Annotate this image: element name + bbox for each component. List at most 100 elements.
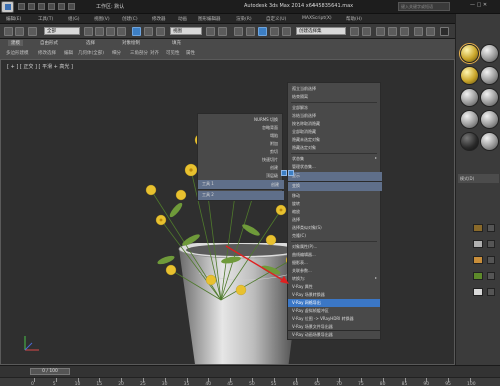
menu-item-hide-selection[interactable]: 隐藏选定对象 bbox=[288, 144, 380, 152]
ribbon-subdivision[interactable]: 细分 bbox=[112, 50, 121, 56]
menu-item-dope-sheet[interactable]: 摄影表... bbox=[288, 259, 380, 267]
menu-item-vray-mesh-export[interactable]: V-Ray 网格导出 bbox=[288, 299, 380, 307]
angle-snap-icon[interactable] bbox=[246, 27, 255, 36]
checker-icon[interactable] bbox=[487, 272, 495, 280]
material-row-2[interactable] bbox=[458, 240, 498, 250]
material-editor-icon[interactable] bbox=[414, 27, 423, 36]
ribbon-modify-selection[interactable]: 修改选择 bbox=[38, 50, 56, 56]
new-file-icon[interactable] bbox=[18, 3, 25, 10]
select-object-icon[interactable] bbox=[84, 27, 93, 36]
menu-item-rotate[interactable]: 旋转 bbox=[288, 200, 380, 208]
menu-item-vray-properties[interactable]: V-Ray 属性 bbox=[288, 283, 380, 291]
ribbon-geometry-all[interactable]: 几何体(全部) bbox=[78, 50, 104, 56]
window-controls[interactable]: — □ ✕ bbox=[470, 2, 487, 8]
tab-object-paint[interactable]: 对象绘制 bbox=[122, 40, 140, 46]
menu-item-top-level[interactable]: 顶层级 bbox=[198, 172, 282, 180]
menu-group[interactable]: 组(G) bbox=[68, 16, 80, 22]
menu-item-freeze-selection[interactable]: 冻结当前选择 bbox=[288, 112, 380, 120]
menu-item-vray-scene-exporter[interactable]: V-Ray 场景文件导出器 bbox=[288, 323, 380, 331]
material-slot-2[interactable] bbox=[480, 44, 499, 63]
material-slot-10[interactable] bbox=[480, 132, 499, 151]
ribbon-properties[interactable]: 属性 bbox=[186, 50, 195, 56]
menu-item-state-sets[interactable]: 状态集 bbox=[288, 155, 380, 163]
menu-item-hide-unselected[interactable]: 隐藏未选定对象 bbox=[288, 136, 380, 144]
ribbon-visibility[interactable]: 可见性 bbox=[166, 50, 180, 56]
ribbon-edit[interactable]: 编辑 bbox=[64, 50, 73, 56]
menu-item-convert-to[interactable]: 转换为: bbox=[288, 275, 380, 283]
percent-snap-icon[interactable] bbox=[258, 27, 267, 36]
menu-item-ignore-backfacing[interactable]: 忽略背面 bbox=[198, 124, 282, 132]
material-slot-1[interactable] bbox=[459, 43, 480, 64]
selection-filter-dropdown[interactable]: 全部 bbox=[44, 27, 80, 35]
menu-item-vray-vfb[interactable]: V-Ray 虚拟帧缓冲区 bbox=[288, 307, 380, 315]
ribbon-triangulation[interactable]: 三角剖分 bbox=[130, 50, 148, 56]
menu-item-clone[interactable]: 克隆(C) bbox=[288, 232, 380, 240]
menu-item-vray-scene-converter[interactable]: V-Ray 场景转换器 bbox=[288, 291, 380, 299]
undo-tool-icon[interactable] bbox=[4, 27, 13, 36]
viewport-label[interactable]: [ + ] [ 正交 ] [ 平滑 + 高光 ] bbox=[7, 63, 73, 70]
tab-populate[interactable]: 填充 bbox=[172, 40, 181, 46]
window-crossing-icon[interactable] bbox=[117, 27, 126, 36]
checker-icon[interactable] bbox=[487, 288, 495, 296]
snap-toggle-icon[interactable] bbox=[234, 27, 243, 36]
menu-rendering[interactable]: 渲染(R) bbox=[236, 16, 252, 22]
rectangle-selection-icon[interactable] bbox=[106, 27, 115, 36]
menu-item-select-similar[interactable]: 选择类似对象(S) bbox=[288, 224, 380, 232]
ribbon-polygon-modeling[interactable]: 多边形建模 bbox=[6, 50, 29, 56]
material-row-3[interactable] bbox=[458, 256, 498, 266]
select-move-icon[interactable] bbox=[132, 27, 141, 36]
material-slot-5[interactable] bbox=[460, 88, 479, 107]
search-input[interactable]: 键入关键字或短语 bbox=[398, 2, 450, 11]
time-slider-thumb[interactable]: 0 / 100 bbox=[30, 368, 70, 375]
redo-tool-icon[interactable] bbox=[15, 27, 24, 36]
checker-icon[interactable] bbox=[487, 224, 495, 232]
material-slot-7[interactable] bbox=[460, 110, 479, 129]
timeline-ruler[interactable]: 0 5 10 15 20 25 30 35 40 45 50 55 60 65 70 75 80 85 90 95 10… bbox=[0, 377, 500, 386]
manipulate-icon[interactable] bbox=[218, 27, 227, 36]
redo-icon[interactable] bbox=[58, 3, 65, 10]
open-file-icon[interactable] bbox=[28, 3, 35, 10]
menu-item-unhide-all[interactable]: 全部取消隐藏 bbox=[288, 128, 380, 136]
select-by-name-icon[interactable] bbox=[95, 27, 104, 36]
menu-item-vray-bitmap-converter[interactable]: V-Ray 位图 -> VRayHDRI 转换器 bbox=[288, 315, 380, 323]
material-mode-tab[interactable]: 模式(D) bbox=[458, 174, 499, 183]
ribbon-align[interactable]: 对齐 bbox=[150, 50, 159, 56]
select-rotate-icon[interactable] bbox=[144, 27, 153, 36]
menu-item-create[interactable]: 创建 bbox=[198, 164, 282, 172]
menu-modifiers[interactable]: 修改器 bbox=[152, 16, 166, 22]
schematic-view-icon[interactable] bbox=[400, 27, 409, 36]
menu-item-quickslice[interactable]: 快速切片 bbox=[198, 156, 282, 164]
link-icon[interactable] bbox=[28, 27, 37, 36]
checker-icon[interactable] bbox=[487, 256, 495, 264]
menu-item-collapse[interactable]: 塌陷 bbox=[198, 132, 282, 140]
layer-manager-icon[interactable] bbox=[376, 27, 385, 36]
named-selection-dropdown[interactable]: 创建选择集 bbox=[296, 27, 346, 35]
menu-item-move[interactable]: 移动 bbox=[288, 192, 380, 200]
tab-modeling[interactable]: 建模 bbox=[8, 40, 23, 46]
menu-edit[interactable]: 编辑(E) bbox=[6, 16, 21, 22]
menu-animation[interactable]: 动画 bbox=[178, 16, 187, 22]
render-icon[interactable] bbox=[440, 27, 449, 36]
menu-item-create-bottom[interactable]: 创建 bbox=[241, 181, 283, 189]
undo-icon[interactable] bbox=[48, 3, 55, 10]
reference-coordinate-dropdown[interactable]: 视图 bbox=[170, 27, 202, 35]
mirror-icon[interactable] bbox=[350, 27, 359, 36]
menu-item-unfreeze-all[interactable]: 全部解冻 bbox=[288, 104, 380, 112]
select-scale-icon[interactable] bbox=[156, 27, 165, 36]
project-folder-icon[interactable] bbox=[68, 3, 75, 10]
menu-tools[interactable]: 工具(T) bbox=[38, 16, 53, 22]
material-slot-3[interactable] bbox=[460, 66, 479, 85]
material-slot-4[interactable] bbox=[480, 66, 499, 85]
save-file-icon[interactable] bbox=[38, 3, 45, 10]
menu-item-vray-anim-exporter[interactable]: V-Ray 动画场景导出器 bbox=[288, 331, 380, 339]
perspective-viewport[interactable]: [ + ] [ 正交 ] [ 平滑 + 高光 ] NURMS 切换 忽略背面 塌… bbox=[0, 59, 455, 365]
menu-item-attach[interactable]: 附加 bbox=[198, 140, 282, 148]
menu-item-unhide-by-name[interactable]: 按名称取消隐藏 bbox=[288, 120, 380, 128]
menu-item-nurms-toggle[interactable]: NURMS 切换 bbox=[198, 116, 282, 124]
align-icon[interactable] bbox=[362, 27, 371, 36]
menu-graph-editors[interactable]: 图形编辑器 bbox=[198, 16, 221, 22]
menu-item-curve-editor[interactable]: 曲线编辑器... bbox=[288, 251, 380, 259]
menu-item-manage-state-sets[interactable]: 管理状态集... bbox=[288, 163, 380, 171]
pivot-center-icon[interactable] bbox=[206, 27, 215, 36]
tab-selection[interactable]: 选择 bbox=[86, 40, 95, 46]
